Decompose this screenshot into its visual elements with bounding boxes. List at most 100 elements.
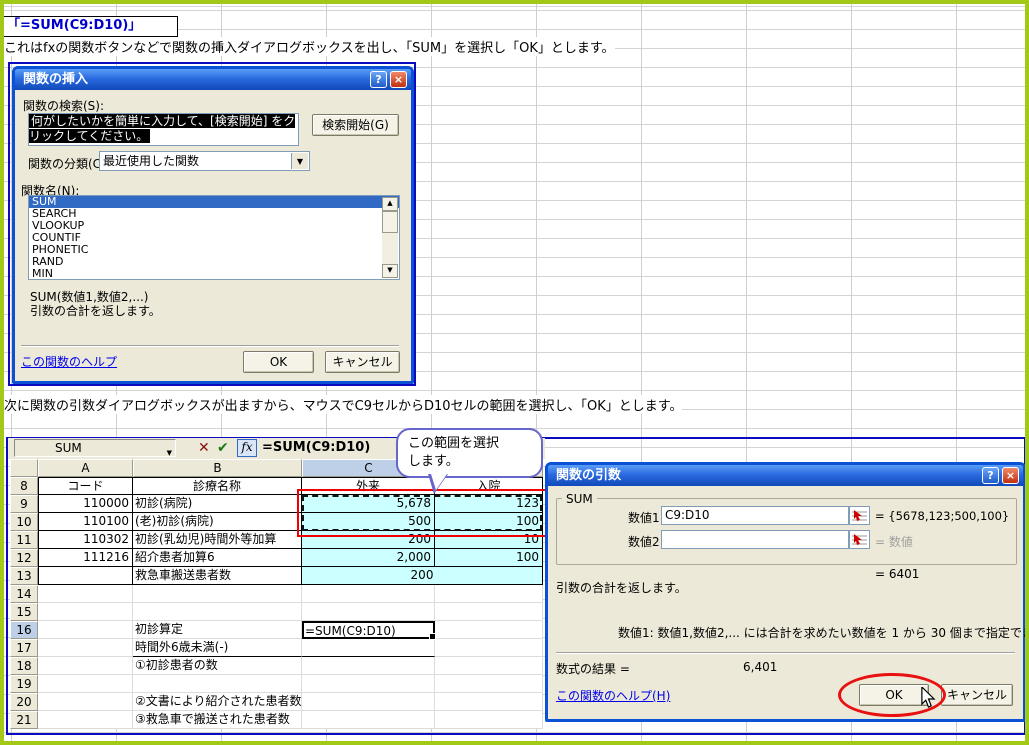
- argument-hint: 数値1: 数値1,数値2,... には合計を求めたい数値を 1 から 30 個ま…: [618, 624, 1029, 641]
- scrollbar[interactable]: ▲ ▼: [382, 197, 398, 278]
- row-header-20[interactable]: 20: [10, 693, 38, 711]
- cell-a8[interactable]: コード: [38, 477, 133, 495]
- search-start-button[interactable]: 検索開始(G): [312, 114, 399, 136]
- cell-d12[interactable]: 100: [435, 549, 543, 567]
- cell-a12[interactable]: 111216: [38, 549, 133, 567]
- cancel-button[interactable]: キャンセル: [325, 351, 400, 373]
- close-icon[interactable]: ×: [390, 71, 407, 88]
- cell-b20[interactable]: ②文書により紹介された患者数: [133, 693, 302, 711]
- cell-a10[interactable]: 110100: [38, 513, 133, 531]
- scroll-up-icon[interactable]: ▲: [382, 197, 398, 211]
- cell-b17[interactable]: 時間外6歳未満(-): [133, 639, 302, 657]
- cell-d14[interactable]: [435, 585, 543, 603]
- insert-function-icon[interactable]: fx: [237, 439, 257, 457]
- row-header-12[interactable]: 12: [10, 549, 38, 567]
- row-header-13[interactable]: 13: [10, 567, 38, 585]
- ok-button[interactable]: OK: [243, 351, 314, 373]
- cell-b11[interactable]: 初診(乳幼児)時間外等加算: [133, 531, 302, 549]
- row-header-9[interactable]: 9: [10, 495, 38, 513]
- cell-c13-d13-merged[interactable]: 200: [302, 567, 543, 585]
- function-list-item[interactable]: SEARCH: [29, 208, 399, 220]
- scrollbar-thumb[interactable]: [382, 211, 398, 233]
- cell-b9[interactable]: 初診(病院): [133, 495, 302, 513]
- cell-c17[interactable]: [302, 639, 435, 657]
- row-header-8[interactable]: 8: [10, 477, 38, 495]
- cell-d19[interactable]: [435, 675, 543, 693]
- cell-b16[interactable]: 初診算定: [133, 621, 302, 639]
- cell-a21[interactable]: [38, 711, 133, 729]
- cell-c19[interactable]: [302, 675, 435, 693]
- range-picker-icon[interactable]: [849, 530, 870, 549]
- cell-c14[interactable]: [302, 585, 435, 603]
- cell-a20[interactable]: [38, 693, 133, 711]
- function-help-link[interactable]: この関数のヘルプ(H): [556, 687, 670, 704]
- row-header-19[interactable]: 19: [10, 675, 38, 693]
- cell-c12[interactable]: 2,000: [302, 549, 435, 567]
- function-list-item[interactable]: RAND: [29, 256, 399, 268]
- range-picker-icon[interactable]: [849, 506, 870, 525]
- cell-a19[interactable]: [38, 675, 133, 693]
- cell-a13[interactable]: [38, 567, 133, 585]
- cell-d16[interactable]: [435, 621, 543, 639]
- cell-d15[interactable]: [435, 603, 543, 621]
- cell-d18[interactable]: [435, 657, 543, 675]
- cell-b15[interactable]: [133, 603, 302, 621]
- cell-c16-active[interactable]: =SUM(C9:D10): [302, 621, 435, 639]
- row-header-14[interactable]: 14: [10, 585, 38, 603]
- formula-bar-input[interactable]: =SUM(C9:D10): [262, 440, 370, 455]
- select-all-corner[interactable]: [10, 459, 38, 477]
- dialog-titlebar[interactable]: 関数の引数: [548, 465, 1023, 486]
- function-list-item[interactable]: PHONETIC: [29, 244, 399, 256]
- cell-b14[interactable]: [133, 585, 302, 603]
- cell-a18[interactable]: [38, 657, 133, 675]
- chevron-down-icon[interactable]: ▼: [291, 153, 308, 169]
- row-header-17[interactable]: 17: [10, 639, 38, 657]
- row-header-21[interactable]: 21: [10, 711, 38, 729]
- row-header-11[interactable]: 11: [10, 531, 38, 549]
- function-listbox[interactable]: SUM SEARCH VLOOKUP COUNTIF PHONETIC RAND…: [28, 195, 400, 280]
- cell-c18[interactable]: [302, 657, 435, 675]
- cell-a17[interactable]: [38, 639, 133, 657]
- arg2-input[interactable]: [661, 530, 849, 549]
- cell-c21[interactable]: [302, 711, 435, 729]
- function-list-item[interactable]: SUM: [29, 196, 399, 208]
- cell-b21[interactable]: ③救急車で搬送された患者数: [133, 711, 302, 729]
- column-header-a[interactable]: A: [38, 459, 133, 477]
- search-input[interactable]: 何がしたいかを簡単に入力して、[検索開始] をクリックしてください。: [28, 113, 299, 146]
- row-header-10[interactable]: 10: [10, 513, 38, 531]
- cell-b8[interactable]: 診療名称: [133, 477, 302, 495]
- function-list-item[interactable]: MIN: [29, 268, 399, 280]
- row-header-15[interactable]: 15: [10, 603, 38, 621]
- arg1-input[interactable]: C9:D10: [661, 506, 849, 525]
- cell-d21[interactable]: [435, 711, 543, 729]
- cell-b10[interactable]: (老)初診(病院): [133, 513, 302, 531]
- row-header-16[interactable]: 16: [10, 621, 38, 639]
- cell-b12[interactable]: 紹介患者加算6: [133, 549, 302, 567]
- cell-a14[interactable]: [38, 585, 133, 603]
- category-dropdown[interactable]: 最近使用した関数 ▼: [99, 151, 310, 171]
- column-header-b[interactable]: B: [133, 459, 302, 477]
- function-help-link[interactable]: この関数のヘルプ: [21, 353, 117, 370]
- name-box[interactable]: SUM ▼: [14, 439, 176, 457]
- cell-a9[interactable]: 110000: [38, 495, 133, 513]
- scroll-down-icon[interactable]: ▼: [382, 264, 398, 278]
- help-icon[interactable]: ?: [370, 71, 387, 88]
- help-icon[interactable]: ?: [982, 467, 999, 484]
- cell-a11[interactable]: 110302: [38, 531, 133, 549]
- cell-c15[interactable]: [302, 603, 435, 621]
- cell-a16[interactable]: [38, 621, 133, 639]
- cell-d17[interactable]: [435, 639, 543, 657]
- enter-entry-icon[interactable]: ✔: [217, 440, 229, 456]
- cell-d20[interactable]: [435, 693, 543, 711]
- cell-b19[interactable]: [133, 675, 302, 693]
- row-header-18[interactable]: 18: [10, 657, 38, 675]
- function-list-item[interactable]: VLOOKUP: [29, 220, 399, 232]
- cell-c20[interactable]: [302, 693, 435, 711]
- cell-b13[interactable]: 救急車搬送患者数: [133, 567, 302, 585]
- cancel-button[interactable]: キャンセル: [941, 684, 1013, 706]
- cell-b18[interactable]: ①初診患者の数: [133, 657, 302, 675]
- dialog-titlebar[interactable]: 関数の挿入: [15, 69, 411, 90]
- cancel-entry-icon[interactable]: ✕: [198, 440, 210, 456]
- cell-a15[interactable]: [38, 603, 133, 621]
- close-icon[interactable]: ×: [1002, 467, 1019, 484]
